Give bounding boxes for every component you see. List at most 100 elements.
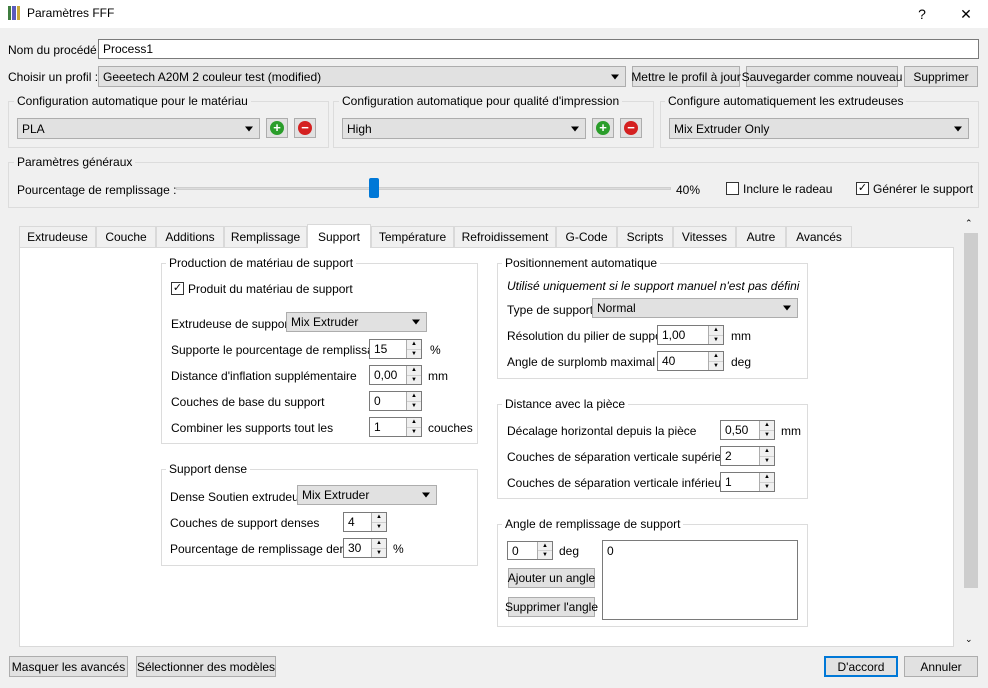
dense-infill-unit: % — [393, 542, 404, 556]
spin-buttons[interactable]: ▲ ▼ — [759, 447, 774, 465]
dense-infill-value: 30 — [348, 541, 362, 555]
pillar-label: Résolution du pilier de support — [507, 329, 670, 343]
angle-list[interactable]: 0 — [602, 540, 798, 620]
support-extruder-value: Mix Extruder — [291, 315, 359, 329]
material-select[interactable]: PLA — [17, 118, 260, 139]
spin-buttons[interactable]: ▲ ▼ — [371, 539, 386, 557]
scroll-up-icon[interactable]: ⌃ — [965, 218, 973, 229]
extruders-select[interactable]: Mix Extruder Only — [669, 118, 969, 139]
tab-couche[interactable]: Couche — [96, 226, 156, 247]
base-layers-label: Couches de base du support — [171, 395, 325, 409]
spin-buttons[interactable]: ▲ ▼ — [406, 340, 421, 358]
support-type-value: Normal — [597, 301, 636, 315]
pillar-spinbox[interactable]: 1,00 ▲ ▼ — [657, 325, 724, 345]
overhang-spinbox[interactable]: 40 ▲ ▼ — [657, 351, 724, 371]
dense-extruder-select[interactable]: Mix Extruder — [297, 485, 437, 505]
add-quality-button[interactable]: + — [592, 118, 614, 138]
infill-slider-track[interactable] — [176, 187, 671, 190]
tab-vitesses[interactable]: Vitesses — [673, 226, 736, 247]
delete-profile-button[interactable]: Supprimer — [904, 66, 978, 87]
support-label: Générer le support — [873, 182, 974, 196]
ok-button[interactable]: D'accord — [824, 656, 898, 677]
infill-value: 40% — [676, 183, 701, 197]
spin-buttons[interactable]: ▲ ▼ — [708, 326, 723, 344]
spin-buttons[interactable]: ▲ ▼ — [537, 542, 552, 559]
save-as-new-button[interactable]: Sauvegarder comme nouveau — [742, 66, 902, 87]
base-layers-spinbox[interactable]: 0 ▲ ▼ — [369, 391, 422, 411]
lower-separation-spinbox[interactable]: 1 ▲ ▼ — [720, 472, 775, 492]
tab-refroidissement[interactable]: Refroidissement — [454, 226, 556, 247]
tab-support[interactable]: Support — [307, 224, 371, 248]
add-icon: + — [270, 121, 284, 135]
combine-spinbox[interactable]: 1 ▲ ▼ — [369, 417, 422, 437]
select-models-button[interactable]: Sélectionner des modèles — [136, 656, 276, 677]
support-extruder-select[interactable]: Mix Extruder — [286, 312, 427, 332]
tab-autre[interactable]: Autre — [736, 226, 786, 247]
dense-layers-spinbox[interactable]: 4 ▲ ▼ — [343, 512, 387, 532]
support-material-title: Production de matériau de support — [166, 256, 357, 270]
overhang-value: 40 — [662, 354, 676, 368]
tab-extrudeuse[interactable]: Extrudeuse — [19, 226, 96, 247]
upper-separation-label: Couches de séparation verticale supérieu… — [507, 450, 739, 464]
inflation-spinbox[interactable]: 0,00 ▲ ▼ — [369, 365, 422, 385]
tab-scripts[interactable]: Scripts — [617, 226, 673, 247]
tab-additions[interactable]: Additions — [156, 226, 224, 247]
dense-infill-spinbox[interactable]: 30 ▲ ▼ — [343, 538, 387, 558]
close-button[interactable]: ✕ — [946, 0, 986, 28]
chevron-down-icon — [422, 492, 430, 498]
update-profile-button[interactable]: Mettre le profil à jour — [631, 66, 741, 87]
quality-select[interactable]: High — [342, 118, 586, 139]
raft-checkbox[interactable] — [726, 182, 739, 195]
horizontal-offset-label: Décalage horizontal depuis la pièce — [507, 424, 697, 438]
infill-slider-thumb[interactable] — [369, 178, 379, 198]
tab-temperature[interactable]: Température — [371, 226, 454, 247]
support-checkbox[interactable]: ✓ — [856, 182, 869, 195]
spin-buttons[interactable]: ▲ ▼ — [708, 352, 723, 370]
lower-separation-value: 1 — [725, 475, 732, 489]
remove-icon: − — [298, 121, 312, 135]
cancel-button[interactable]: Annuler — [904, 656, 978, 677]
combine-unit: couches — [428, 421, 473, 435]
spin-buttons[interactable]: ▲ ▼ — [406, 418, 421, 436]
list-item[interactable]: 0 — [607, 544, 793, 558]
spin-buttons[interactable]: ▲ ▼ — [759, 473, 774, 491]
generate-support-checkbox[interactable]: ✓ — [171, 282, 184, 295]
spin-buttons[interactable]: ▲ ▼ — [759, 421, 774, 439]
infill-label: Pourcentage de remplissage : — [17, 183, 177, 197]
process-name-input[interactable]: Process1 — [98, 39, 979, 59]
dense-extruder-value: Mix Extruder — [302, 488, 370, 502]
spin-buttons[interactable]: ▲ ▼ — [406, 366, 421, 384]
spin-buttons[interactable]: ▲ ▼ — [371, 513, 386, 531]
remove-angle-button[interactable]: Supprimer l'angle — [505, 597, 598, 617]
remove-quality-button[interactable]: − — [620, 118, 642, 138]
scrollbar-thumb[interactable] — [964, 233, 978, 588]
chevron-down-icon — [783, 305, 791, 311]
upper-separation-spinbox[interactable]: 2 ▲ ▼ — [720, 446, 775, 466]
profile-select[interactable]: Geeetech A20M 2 couleur test (modified) — [98, 66, 626, 87]
horizontal-offset-spinbox[interactable]: 0,50 ▲ ▼ — [720, 420, 775, 440]
hide-advanced-button[interactable]: Masquer les avancés — [9, 656, 128, 677]
support-infill-unit: % — [430, 343, 441, 357]
tab-gcode[interactable]: G-Code — [556, 226, 617, 247]
upper-separation-value: 2 — [725, 449, 732, 463]
tab-avances[interactable]: Avancés — [786, 226, 852, 247]
angle-spinbox[interactable]: 0 ▲ ▼ — [507, 541, 553, 560]
raft-label: Inclure le radeau — [743, 182, 833, 196]
add-angle-button[interactable]: Ajouter un angle — [508, 568, 595, 588]
tab-remplissage[interactable]: Remplissage — [224, 226, 307, 247]
remove-material-button[interactable]: − — [294, 118, 316, 138]
support-infill-spinbox[interactable]: 15 ▲ ▼ — [369, 339, 422, 359]
auto-extruders-title: Configure automatiquement les extrudeuse… — [665, 94, 907, 108]
app-icon — [8, 6, 20, 20]
overhang-label: Angle de surplomb maximal — [507, 355, 656, 369]
help-button[interactable]: ? — [902, 0, 942, 28]
chevron-down-icon — [245, 126, 253, 131]
auto-material-title: Configuration automatique pour le matéri… — [14, 94, 251, 108]
scroll-down-icon[interactable]: ⌄ — [965, 634, 973, 645]
add-material-button[interactable]: + — [266, 118, 288, 138]
base-layers-value: 0 — [374, 394, 381, 408]
inflation-unit: mm — [428, 369, 448, 383]
spin-buttons[interactable]: ▲ ▼ — [406, 392, 421, 410]
dense-support-title: Support dense — [166, 462, 251, 476]
support-type-select[interactable]: Normal — [592, 298, 798, 318]
